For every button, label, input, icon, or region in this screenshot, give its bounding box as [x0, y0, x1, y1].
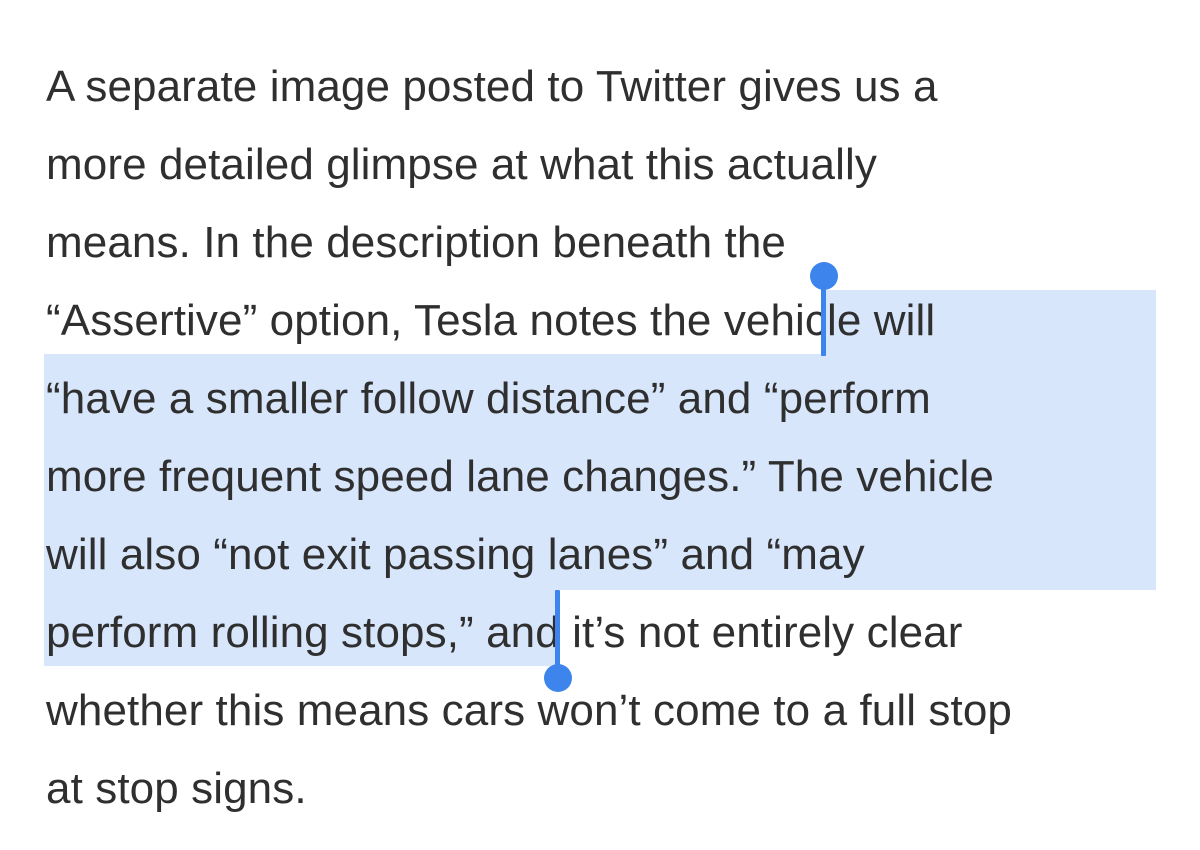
article-line-1: A separate image posted to Twitter gives… [46, 48, 938, 126]
article-line-8: perform rolling stops,” and it’s not ent… [46, 594, 962, 672]
line-text: A separate image posted to Twitter gives… [46, 62, 938, 111]
selected-text[interactable]: vehicle will [724, 296, 936, 345]
selected-text[interactable]: “have a smaller follow distance” and “pe… [46, 374, 931, 423]
article-line-5: “have a smaller follow distance” and “pe… [46, 360, 931, 438]
article-line-4: “Assertive” option, Tesla notes the vehi… [46, 282, 935, 360]
selected-text[interactable]: will also “not exit passing lanes” and “… [46, 530, 865, 579]
article-line-9: whether this means cars won’t come to a … [46, 672, 1012, 750]
line-text: more detailed glimpse at what this actua… [46, 140, 877, 189]
article-line-2: more detailed glimpse at what this actua… [46, 126, 877, 204]
selected-text[interactable]: more frequent speed lane changes.” The v… [46, 452, 994, 501]
selection-end-handle[interactable] [544, 664, 572, 692]
article-page: A separate image posted to Twitter gives… [0, 0, 1200, 850]
selection-start-caret [821, 280, 826, 356]
article-line-10: at stop signs. [46, 750, 307, 828]
article-line-3: means. In the description beneath the [46, 204, 786, 282]
selection-end-caret [555, 590, 560, 672]
selected-text[interactable]: perform rolling stops,” [46, 608, 486, 657]
article-line-7: will also “not exit passing lanes” and “… [46, 516, 865, 594]
line-text: whether this means cars won’t come to a … [46, 686, 1013, 735]
line-text: means. In the description beneath the [46, 218, 786, 267]
article-line-6: more frequent speed lane changes.” The v… [46, 438, 994, 516]
line-text: “Assertive” option, Tesla notes the [46, 296, 724, 345]
line-text: at stop signs. [46, 764, 307, 813]
